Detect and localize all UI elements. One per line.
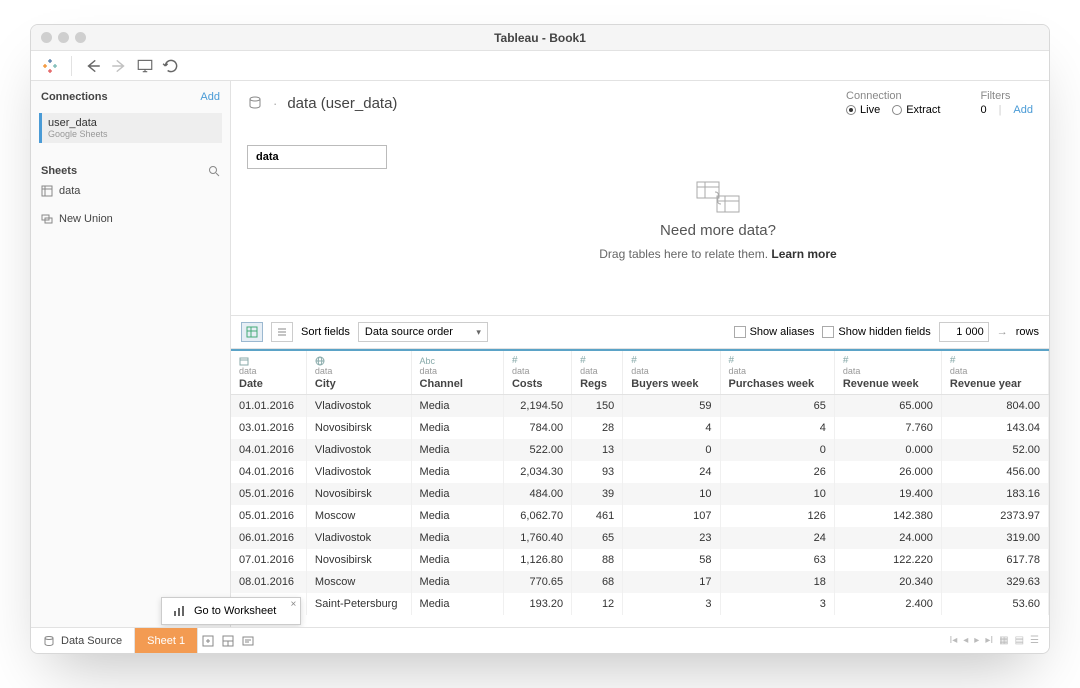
column-header[interactable]: dataCity	[306, 350, 411, 395]
column-header[interactable]: #dataCosts	[503, 350, 571, 395]
search-icon[interactable]	[208, 165, 220, 177]
column-header[interactable]: #dataRevenue year	[941, 350, 1048, 395]
table-row[interactable]: 05.01.2016NovosibirskMedia484.0039101019…	[231, 483, 1049, 505]
sort-label: Sort fields	[301, 326, 350, 338]
show-aliases-checkbox[interactable]: Show aliases	[734, 326, 815, 338]
view-grid-icon[interactable]	[241, 322, 263, 342]
filters-count: 0	[980, 104, 986, 116]
column-header[interactable]: #dataRegs	[572, 350, 623, 395]
column-header[interactable]: #dataRevenue week	[834, 350, 941, 395]
table-row[interactable]: 01.01.2016VladivostokMedia2,194.50150596…	[231, 395, 1049, 418]
sidebar: Connections Add user_data Google Sheets …	[31, 81, 231, 627]
add-connection-link[interactable]: Add	[200, 91, 220, 103]
footer-nav[interactable]: I◂◂▸▸I ▦▤☰	[949, 635, 1039, 646]
sort-fields-select[interactable]: Data source order	[358, 322, 488, 342]
tableau-logo-icon	[41, 57, 59, 75]
traffic-lights[interactable]	[41, 32, 86, 43]
table-row[interactable]: 03.01.2016NovosibirskMedia784.0028447.76…	[231, 417, 1049, 439]
table-row[interactable]: 08.01.2016MoscowMedia770.6568171820.3403…	[231, 571, 1049, 593]
radio-extract[interactable]: Extract	[892, 104, 940, 116]
list-view-icon: ☰	[1030, 635, 1039, 646]
column-header[interactable]: #dataPurchases week	[720, 350, 834, 395]
sheets-header: Sheets	[31, 155, 230, 181]
connection-item[interactable]: user_data Google Sheets	[39, 113, 222, 143]
datasource-icon	[43, 635, 55, 647]
toolbar	[31, 51, 1049, 81]
back-icon[interactable]	[84, 57, 102, 75]
connection-mode: Connection Live Extract	[846, 90, 940, 116]
table-row[interactable]: 05.01.2016MoscowMedia6,062.7046110712614…	[231, 505, 1049, 527]
tab-sheet1[interactable]: Sheet 1	[135, 628, 198, 653]
new-union-button[interactable]: New Union	[31, 209, 230, 229]
footer: Data Source Sheet 1 I◂◂▸▸I ▦▤☰	[31, 627, 1049, 653]
datasource-name[interactable]: data (user_data)	[287, 95, 397, 112]
main-area: Connections Add user_data Google Sheets …	[31, 81, 1049, 627]
sheet-item-data[interactable]: data	[31, 181, 230, 201]
need-more-data-label: Need more data?	[660, 222, 776, 239]
relate-tables-icon	[695, 180, 741, 214]
tab-data-source[interactable]: Data Source	[31, 628, 135, 653]
presentation-mode-icon[interactable]	[136, 57, 154, 75]
drag-hint: Drag tables here to relate them. Learn m…	[599, 247, 836, 261]
table-pill-data[interactable]: data	[247, 145, 387, 169]
tile-view-icon: ▤	[1015, 635, 1024, 646]
column-header[interactable]: dataDate	[231, 350, 306, 395]
go-to-worksheet-tooltip[interactable]: Go to Worksheet ×	[161, 597, 301, 625]
sheet-icon	[41, 185, 53, 197]
table-row[interactable]: 06.01.2016VladivostokMedia1,760.40652324…	[231, 527, 1049, 549]
table-row[interactable]: 04.01.2016VladivostokMedia522.0013000.00…	[231, 439, 1049, 461]
bar-chart-icon	[172, 604, 186, 618]
column-header[interactable]: #dataBuyers week	[623, 350, 720, 395]
table-row[interactable]: 07.01.2016NovosibirskMedia1,126.80885863…	[231, 549, 1049, 571]
app-window: Tableau - Book1 Connections Add user_dat…	[30, 24, 1050, 654]
rows-label: rows	[1016, 326, 1039, 338]
view-list-icon[interactable]	[271, 322, 293, 342]
radio-live[interactable]: Live	[846, 104, 880, 116]
forward-icon[interactable]	[110, 57, 128, 75]
refresh-icon[interactable]	[162, 57, 180, 75]
learn-more-link[interactable]: Learn more	[771, 247, 836, 261]
new-worksheet-icon[interactable]	[198, 631, 218, 651]
rows-arrow-icon[interactable]: →	[997, 326, 1008, 338]
close-icon[interactable]: ×	[291, 599, 297, 610]
filters-meta: Filters 0 | Add	[980, 90, 1033, 116]
add-filter-link[interactable]: Add	[1013, 104, 1033, 116]
rows-input[interactable]	[939, 322, 989, 342]
new-story-icon[interactable]	[238, 631, 258, 651]
table-row[interactable]: 04.01.2016VladivostokMedia2,034.30932426…	[231, 461, 1049, 483]
titlebar: Tableau - Book1	[31, 25, 1049, 51]
window-title: Tableau - Book1	[31, 31, 1049, 45]
connections-header: Connections Add	[31, 81, 230, 107]
grid-toolbar: Sort fields Data source order Show alias…	[231, 315, 1049, 349]
column-header[interactable]: AbcdataChannel	[411, 350, 503, 395]
show-hidden-checkbox[interactable]: Show hidden fields	[822, 326, 930, 338]
relation-canvas[interactable]: data Need more data? Drag tables here to…	[231, 125, 1049, 315]
grid-view-icon: ▦	[999, 635, 1008, 646]
union-icon	[41, 213, 53, 225]
new-dashboard-icon[interactable]	[218, 631, 238, 651]
datasource-header: · data (user_data) Connection Live Extra…	[231, 81, 1049, 125]
content-pane: · data (user_data) Connection Live Extra…	[231, 81, 1049, 627]
datasource-icon	[247, 95, 263, 111]
data-grid[interactable]: dataDatedataCityAbcdataChannel#dataCosts…	[231, 349, 1049, 627]
table-row[interactable]: 09.01.2016Saint-PetersburgMedia193.20123…	[231, 593, 1049, 615]
